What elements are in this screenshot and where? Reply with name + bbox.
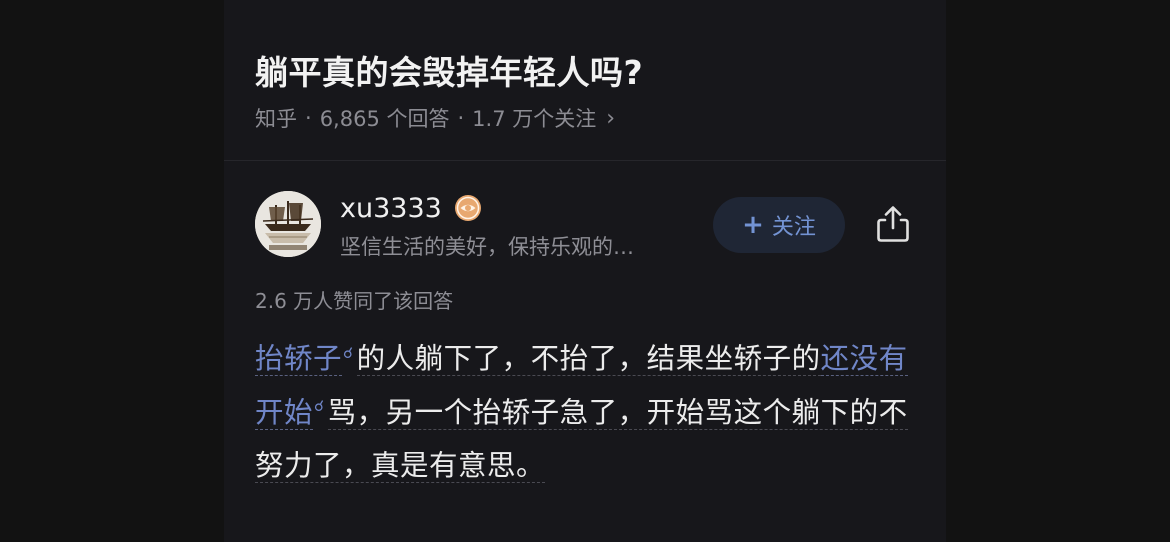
source-label: 知乎 bbox=[255, 107, 297, 131]
author-bio: 坚信生活的美好，保持乐观的… bbox=[340, 235, 634, 259]
search-icon[interactable]: ☌ bbox=[314, 399, 325, 414]
followers-count: 1.7 万个关注 bbox=[472, 107, 597, 131]
chevron-right-icon: › bbox=[606, 105, 616, 131]
divider bbox=[224, 160, 946, 161]
share-icon[interactable] bbox=[875, 204, 911, 244]
answer-card: 躺平真的会毁掉年轻人吗? 知乎 · 6,865 个回答 · 1.7 万个关注 ›… bbox=[224, 0, 946, 542]
keyword-link[interactable]: 抬轿子 bbox=[255, 342, 343, 376]
eye-badge-icon bbox=[454, 195, 481, 221]
answer-text: 骂，另一个抬轿子急了，开始骂这个躺下的不努力了，真是有意思。 bbox=[255, 395, 908, 483]
search-icon[interactable]: ☌ bbox=[343, 345, 354, 361]
question-meta[interactable]: 知乎 · 6,865 个回答 · 1.7 万个关注 › bbox=[255, 104, 615, 132]
avatar[interactable] bbox=[255, 191, 321, 257]
answer-text: 的人躺下了，不抬了，结果坐轿子的 bbox=[356, 342, 821, 376]
follow-label: 关注 bbox=[771, 215, 816, 240]
plus-icon: + bbox=[742, 210, 764, 240]
meta-separator: · bbox=[305, 106, 312, 130]
question-title[interactable]: 躺平真的会毁掉年轻人吗? bbox=[255, 46, 643, 94]
meta-separator: · bbox=[457, 106, 465, 130]
follow-button[interactable]: + 关注 bbox=[713, 197, 845, 253]
author-name-row[interactable]: xu3333 bbox=[340, 190, 482, 226]
vote-count: 2.6 万人赞同了该回答 bbox=[255, 289, 454, 313]
answer-content: 抬轿子☌ 的人躺下了，不抬了，结果坐轿子的还没有开始☌ 骂，另一个抬轿子急了，开始骂… bbox=[255, 332, 925, 493]
author-name: xu3333 bbox=[340, 192, 442, 224]
answers-count: 6,865 个回答 bbox=[319, 107, 450, 131]
ship-avatar-image bbox=[255, 191, 321, 257]
